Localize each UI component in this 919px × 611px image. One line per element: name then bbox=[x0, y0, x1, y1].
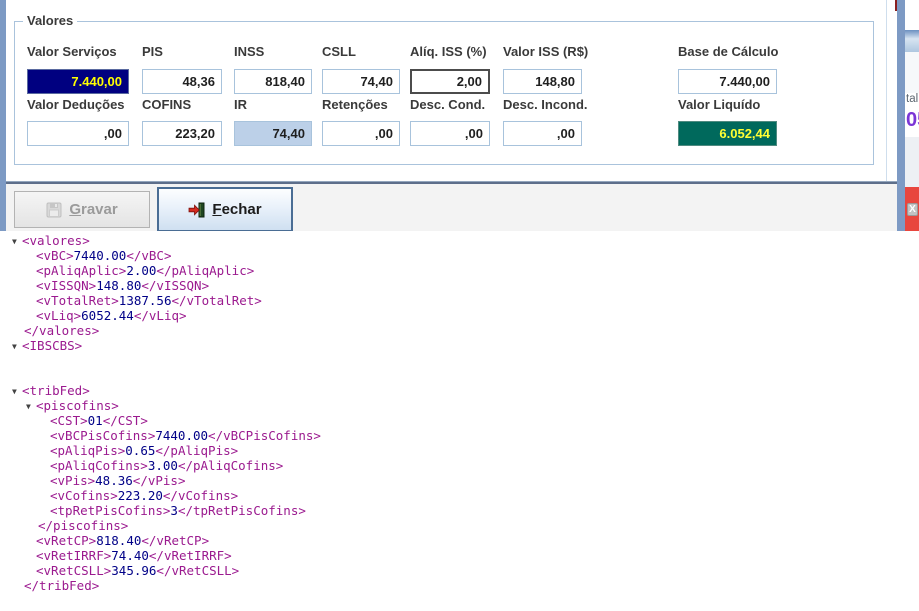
label-valor-deducoes: Valor Deduções bbox=[27, 97, 125, 114]
field-inss[interactable]: 818,40 bbox=[234, 69, 312, 94]
field-valor-iss[interactable]: 148,80 bbox=[503, 69, 582, 94]
label-ir: IR bbox=[234, 97, 247, 114]
background-cancel-button[interactable]: X C bbox=[905, 187, 919, 231]
xml-line: <vISSQN>148.80</vISSQN> bbox=[0, 278, 919, 293]
label-pis: PIS bbox=[142, 44, 163, 61]
xml-line: <vLiq>6052.44</vLiq> bbox=[0, 308, 919, 323]
field-ir[interactable]: 74,40 bbox=[234, 121, 312, 146]
xml-line: <vRetCSLL>345.96</vRetCSLL> bbox=[0, 563, 919, 578]
xml-line: <vRetCP>818.40</vRetCP> bbox=[0, 533, 919, 548]
xml-line: </tribFed> bbox=[0, 578, 919, 593]
fechar-button[interactable]: Fechar bbox=[157, 187, 293, 232]
xml-line: <pAliqAplic>2.00</pAliqAplic> bbox=[0, 263, 919, 278]
xml-tree: ▼<valores><vBC>7440.00</vBC><pAliqAplic>… bbox=[0, 233, 919, 593]
gravar-button[interactable]: Gravar bbox=[14, 191, 150, 228]
xml-line: <CST>01</CST> bbox=[0, 413, 919, 428]
xml-line: ▼<IBSCBS> bbox=[0, 338, 919, 353]
background-titlebar bbox=[905, 30, 919, 52]
field-base-calculo[interactable]: 7.440,00 bbox=[678, 69, 777, 94]
xml-line: ▼<valores> bbox=[0, 233, 919, 248]
label-desc-cond: Desc. Cond. bbox=[410, 97, 485, 114]
label-csll: CSLL bbox=[322, 44, 356, 61]
xml-line: <vCofins>223.20</vCofins> bbox=[0, 488, 919, 503]
collapse-arrow-icon[interactable]: ▼ bbox=[26, 399, 36, 414]
field-cofins[interactable]: 223,20 bbox=[142, 121, 222, 146]
collapse-arrow-icon[interactable]: ▼ bbox=[12, 234, 22, 249]
field-desc-incond[interactable]: ,00 bbox=[503, 121, 582, 146]
field-valor-servicos[interactable]: 7.440,00 bbox=[27, 69, 129, 94]
background-panel-lower bbox=[905, 137, 919, 187]
gravar-label: Gravar bbox=[69, 201, 117, 218]
field-desc-cond[interactable]: ,00 bbox=[410, 121, 490, 146]
dialog-content: Valores Valor Serviços PIS INSS CSLL Alí… bbox=[6, 0, 897, 181]
x-key-icon: X bbox=[907, 203, 918, 216]
xml-line: <vTotalRet>1387.56</vTotalRet> bbox=[0, 293, 919, 308]
field-valor-deducoes[interactable]: ,00 bbox=[27, 121, 129, 146]
exit-door-icon bbox=[188, 202, 205, 218]
xml-line: ▼<tribFed> bbox=[0, 383, 919, 398]
label-valor-iss: Valor ISS (R$) bbox=[503, 44, 588, 61]
background-red-fragment bbox=[895, 0, 897, 11]
xml-line: <vBCPisCofins>7440.00</vBCPisCofins> bbox=[0, 428, 919, 443]
background-total-value: 05. bbox=[906, 109, 919, 132]
label-desc-incond: Desc. Incond. bbox=[503, 97, 588, 114]
label-valor-servicos: Valor Serviços bbox=[27, 44, 117, 61]
xml-line: <pAliqCofins>3.00</pAliqCofins> bbox=[0, 458, 919, 473]
background-window-strip: tal L 05. X C bbox=[905, 0, 919, 231]
field-valor-liquido[interactable]: 6.052,44 bbox=[678, 121, 777, 146]
button-bar: Gravar Fechar bbox=[6, 184, 897, 231]
collapse-arrow-icon[interactable]: ▼ bbox=[12, 339, 22, 354]
background-panel bbox=[905, 52, 919, 93]
fechar-label: Fechar bbox=[212, 201, 261, 218]
xml-line: <tpRetPisCofins>3</tpRetPisCofins> bbox=[0, 503, 919, 518]
xml-line: <vBC>7440.00</vBC> bbox=[0, 248, 919, 263]
label-base-calculo: Base de Cálculo bbox=[678, 44, 778, 61]
xml-line: <vPis>48.36</vPis> bbox=[0, 473, 919, 488]
valores-dialog: Valores Valor Serviços PIS INSS CSLL Alí… bbox=[0, 0, 905, 231]
label-cofins: COFINS bbox=[142, 97, 191, 114]
xml-line: </valores> bbox=[0, 323, 919, 338]
xml-line: <vRetIRRF>74.40</vRetIRRF> bbox=[0, 548, 919, 563]
xml-line: ▼<piscofins> bbox=[0, 398, 919, 413]
xml-line: <pAliqPis>0.65</pAliqPis> bbox=[0, 443, 919, 458]
field-retencoes[interactable]: ,00 bbox=[322, 121, 400, 146]
groupbox-title: Valores bbox=[23, 13, 77, 28]
field-pis[interactable]: 48,36 bbox=[142, 69, 222, 94]
label-valor-liquido: Valor Liquído bbox=[678, 97, 760, 114]
label-aliq-iss: Alíq. ISS (%) bbox=[410, 44, 487, 61]
collapse-arrow-icon[interactable]: ▼ bbox=[12, 384, 22, 399]
background-total-label: tal L bbox=[906, 93, 919, 105]
save-floppy-icon bbox=[46, 202, 62, 218]
label-retencoes: Retenções bbox=[322, 97, 388, 114]
field-aliq-iss[interactable]: 2,00 bbox=[410, 69, 490, 94]
xml-line bbox=[0, 368, 919, 383]
label-inss: INSS bbox=[234, 44, 264, 61]
xml-viewer: ▼<valores><vBC>7440.00</vBC><pAliqAplic>… bbox=[0, 231, 919, 611]
xml-line bbox=[0, 353, 919, 368]
field-csll[interactable]: 74,40 bbox=[322, 69, 400, 94]
xml-line: </piscofins> bbox=[0, 518, 919, 533]
